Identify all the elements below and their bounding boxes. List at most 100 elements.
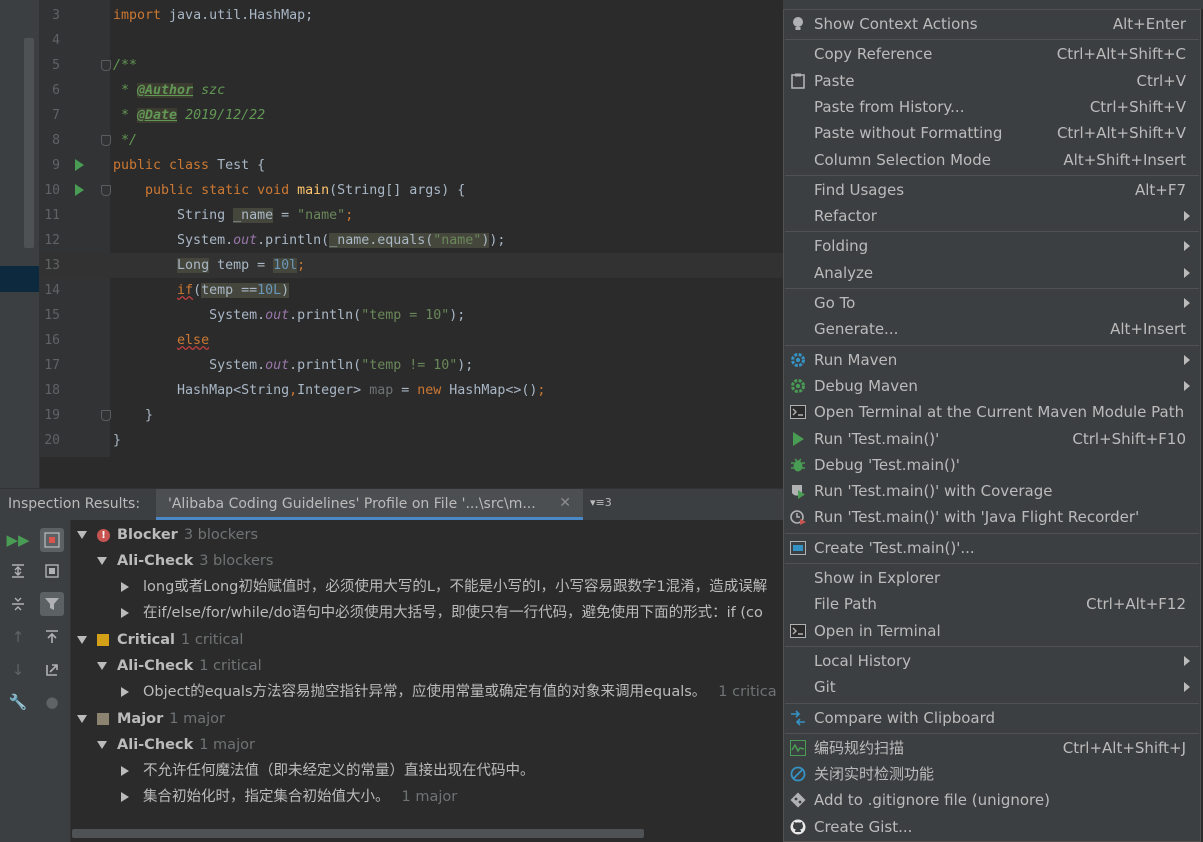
menu-item-show-in-explorer[interactable]: Show in Explorer <box>784 565 1200 591</box>
menu-item-run-maven[interactable]: Run Maven <box>784 347 1200 373</box>
menu-item-debug-maven[interactable]: Debug Maven <box>784 373 1200 399</box>
collapse-all-icon[interactable] <box>6 592 30 616</box>
code-line[interactable]: 10 public static void main(String[] args… <box>40 178 783 203</box>
fold-marker-icon[interactable] <box>101 410 111 421</box>
group-label: Ali-Check <box>117 553 194 569</box>
open-source-icon[interactable] <box>40 658 64 682</box>
menu-item-paste[interactable]: Paste Ctrl+V <box>784 68 1200 94</box>
menu-item-file-path[interactable]: File Path Ctrl+Alt+F12 <box>784 591 1200 617</box>
tree-item[interactable]: 不允许任何魔法值（即未经定义的常量）直接出现在代码中。 <box>121 758 535 784</box>
code-line[interactable]: 20} <box>40 428 783 453</box>
export-icon[interactable] <box>40 625 64 649</box>
collapsed-arrow-icon[interactable] <box>121 687 129 697</box>
expand-arrow-icon[interactable] <box>97 557 107 565</box>
expand-all-icon[interactable] <box>6 559 30 583</box>
run-gutter-icon[interactable] <box>75 184 84 196</box>
filter-icon[interactable] <box>40 592 64 616</box>
code-line[interactable]: 9 public class Test { <box>40 153 783 178</box>
code-line[interactable]: 18 HashMap<String,Integer> map = new Has… <box>40 378 783 403</box>
menu-item-create-gist[interactable]: Create Gist... <box>784 814 1200 840</box>
menu-item-copy-reference[interactable]: Copy Reference Ctrl+Alt+Shift+C <box>784 41 1200 67</box>
code-line[interactable]: 19 } <box>40 403 783 428</box>
previous-problem-icon[interactable]: ↑ <box>6 625 30 649</box>
code-line[interactable]: 13 Long temp = 10l; <box>40 253 783 278</box>
tree-node-blocker[interactable]: ! Blocker 3 blockers <box>77 522 258 548</box>
inspection-tab[interactable]: 'Alibaba Coding Guidelines' Profile on F… <box>156 489 583 520</box>
code-line[interactable]: 6 * @Author szc <box>40 78 783 103</box>
code-line[interactable]: 12 System.out.println(_name.equals("name… <box>40 228 783 253</box>
expand-arrow-icon[interactable] <box>97 741 107 749</box>
menu-item-paste-without-formatting[interactable]: Paste without Formatting Ctrl+Alt+Shift+V <box>784 120 1200 146</box>
menu-item-paste-from-history[interactable]: Paste from History... Ctrl+Shift+V <box>784 94 1200 120</box>
rerun-icon[interactable]: ▶▶ <box>6 528 30 552</box>
code-line[interactable]: 8 */ <box>40 128 783 153</box>
menu-item-go-to[interactable]: Go To <box>784 290 1200 316</box>
menu-item-run-test-main[interactable]: Run 'Test.main()' Ctrl+Shift+F10 <box>784 426 1200 452</box>
menu-item-shortcut: Ctrl+V <box>1136 71 1186 90</box>
menu-item-column-selection-mode[interactable]: Column Selection Mode Alt+Shift+Insert <box>784 147 1200 173</box>
menu-item-open-in-terminal[interactable]: Open in Terminal <box>784 618 1200 644</box>
code-line[interactable]: 7 * @Date 2019/12/22 <box>40 103 783 128</box>
code-line[interactable]: 5 /** <box>40 53 783 78</box>
code-text: System.out.println("temp = 10"); <box>113 308 466 323</box>
gitignore-icon <box>790 792 806 808</box>
expand-arrow-icon[interactable] <box>77 531 87 539</box>
bulb-icon[interactable]: ● <box>40 690 64 714</box>
menu-item-item-37[interactable]: 关闭实时检测功能 <box>784 761 1200 787</box>
menu-item-run-test-main-with-coverage[interactable]: Run 'Test.main()' with Coverage <box>784 478 1200 504</box>
code-line[interactable]: 15 System.out.println("temp = 10"); <box>40 303 783 328</box>
fold-marker-icon[interactable] <box>101 185 111 196</box>
fold-marker-icon[interactable] <box>101 60 111 71</box>
menu-item-item-36[interactable]: 编码规约扫描 Ctrl+Alt+Shift+J <box>784 735 1200 761</box>
menu-item-compare-with-clipboard[interactable]: Compare with Clipboard <box>784 705 1200 731</box>
menu-item-analyze[interactable]: Analyze <box>784 260 1200 286</box>
tree-node-major-alicheck[interactable]: Ali-Check 1 major <box>97 732 255 758</box>
menu-item-generate[interactable]: Generate... Alt+Insert <box>784 316 1200 342</box>
fold-marker-icon[interactable] <box>101 135 111 146</box>
code-line[interactable]: 16 else <box>40 328 783 353</box>
menu-item-folding[interactable]: Folding <box>784 233 1200 259</box>
menu-item-git[interactable]: Git <box>784 674 1200 700</box>
settings-wrench-icon[interactable]: 🔧 <box>6 690 30 714</box>
expand-arrow-icon[interactable] <box>77 715 87 723</box>
menu-item-run-test-main-with-java-flight-recorder[interactable]: Run 'Test.main()' with 'Java Flight Reco… <box>784 504 1200 530</box>
tree-item[interactable]: long或者Long初始赋值时，必须使用大写的L，不能是小写的l，小写容易跟数字… <box>121 574 767 600</box>
tree-node-critical-alicheck[interactable]: Ali-Check 1 critical <box>97 653 262 679</box>
project-selected-row[interactable] <box>0 266 39 292</box>
menu-item-create-test-main[interactable]: Create 'Test.main()'... <box>784 535 1200 561</box>
expand-arrow-icon[interactable] <box>77 636 87 644</box>
menu-item-label: Analyze <box>814 263 874 282</box>
next-problem-icon[interactable]: ↓ <box>6 658 30 682</box>
menu-item-open-terminal-at-the-current-maven-module-path[interactable]: Open Terminal at the Current Maven Modul… <box>784 399 1200 425</box>
menu-item-debug-test-main[interactable]: Debug 'Test.main()' <box>784 452 1200 478</box>
project-scrollbar[interactable] <box>24 38 34 248</box>
collapsed-arrow-icon[interactable] <box>121 766 129 776</box>
tree-item[interactable]: Object的equals方法容易抛空指针异常，应使用常量或确定有值的对象来调用… <box>121 679 777 705</box>
tree-item[interactable]: 在if/else/for/while/do语句中必须使用大括号，即使只有一行代码… <box>121 600 763 626</box>
collapsed-arrow-icon[interactable] <box>121 792 129 802</box>
more-tabs-button[interactable]: ▾≡3 <box>590 496 612 509</box>
tree-node-major[interactable]: Major 1 major <box>77 706 225 732</box>
code-line[interactable]: 11 String _name = "name"; <box>40 203 783 228</box>
code-editor[interactable]: 3 import java.util.HashMap; 4 5 /** 6 * @Auth… <box>40 0 783 457</box>
tree-item[interactable]: 集合初始化时，指定集合初始值大小。 1 major <box>121 784 457 810</box>
collapsed-arrow-icon[interactable] <box>121 582 129 592</box>
menu-item-show-context-actions[interactable]: Show Context Actions Alt+Enter <box>784 11 1200 37</box>
code-line[interactable]: 17 System.out.println("temp != 10"); <box>40 353 783 378</box>
layout-icon[interactable] <box>40 559 64 583</box>
menu-item-refactor[interactable]: Refactor <box>784 203 1200 229</box>
code-line[interactable]: 3 import java.util.HashMap; <box>40 3 783 28</box>
tree-node-blocker-alicheck[interactable]: Ali-Check 3 blockers <box>97 548 273 574</box>
group-by-severity-icon[interactable] <box>40 528 64 552</box>
expand-arrow-icon[interactable] <box>97 662 107 670</box>
tree-node-critical[interactable]: Critical 1 critical <box>77 627 243 653</box>
run-gutter-icon[interactable] <box>75 159 84 171</box>
menu-item-add-to-gitignore-file-unignore[interactable]: Add to .gitignore file (unignore) <box>784 787 1200 813</box>
collapsed-arrow-icon[interactable] <box>121 608 129 618</box>
menu-item-find-usages[interactable]: Find Usages Alt+F7 <box>784 177 1200 203</box>
horizontal-scrollbar[interactable] <box>72 829 644 838</box>
close-icon[interactable]: ✕ <box>559 495 571 511</box>
code-line[interactable]: 14 if(temp ==10L) <box>40 278 783 303</box>
code-line[interactable]: 4 <box>40 28 783 53</box>
menu-item-local-history[interactable]: Local History <box>784 648 1200 674</box>
